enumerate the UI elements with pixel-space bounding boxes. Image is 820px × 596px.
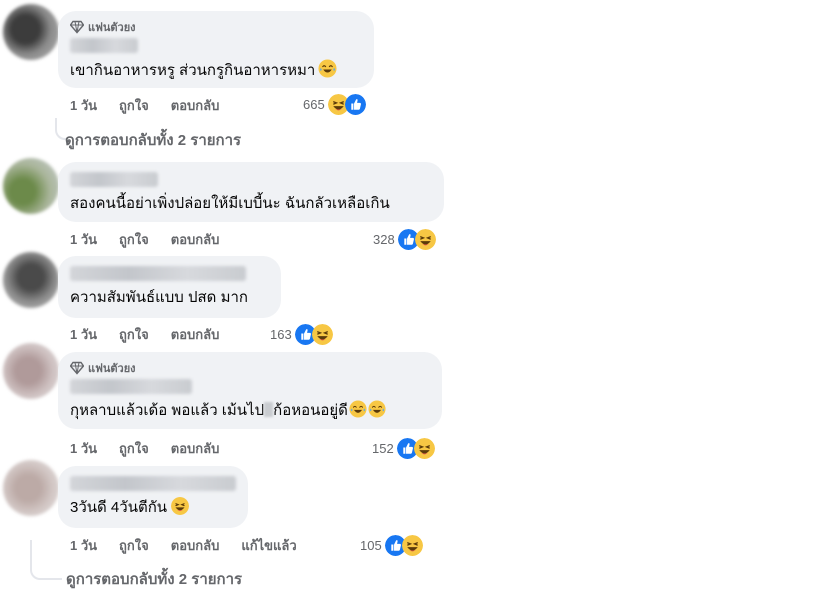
comment-bubble: แฟนตัวยง กุหลาบแล้วเด้อ พอแล้ว เม้นไป ก้อ… <box>58 352 442 429</box>
reply-button[interactable]: ตอบกลับ <box>171 324 220 345</box>
comment-actions: 1 วัน ถูกใจ ตอบกลับ <box>70 95 241 115</box>
comment-text: 3วันดี 4วันตีกัน <box>70 497 236 519</box>
top-fan-badge: แฟนตัวยง <box>70 360 430 376</box>
reaction-summary[interactable]: 665 <box>303 93 366 115</box>
reply-button[interactable]: ตอบกลับ <box>171 438 220 459</box>
author-name-redacted[interactable] <box>70 266 246 281</box>
reply-button[interactable]: ตอบกลับ <box>171 535 220 556</box>
author-name-redacted[interactable] <box>70 476 236 491</box>
comment-actions: 1 วัน ถูกใจ ตอบกลับ <box>70 229 241 249</box>
avatar[interactable] <box>3 343 59 399</box>
haha-reaction-icon <box>415 229 436 250</box>
avatar[interactable] <box>3 4 59 60</box>
comment-time[interactable]: 1 วัน <box>70 229 97 250</box>
like-button[interactable]: ถูกใจ <box>119 438 149 459</box>
avatar[interactable] <box>3 252 59 308</box>
diamond-icon <box>70 361 84 375</box>
reaction-count: 163 <box>270 326 292 342</box>
comment-time[interactable]: 1 วัน <box>70 95 97 116</box>
comment-bubble: 3วันดี 4วันตีกัน <box>58 466 248 528</box>
like-button[interactable]: ถูกใจ <box>119 95 149 116</box>
reaction-summary[interactable]: 105 <box>360 534 423 556</box>
author-name-redacted[interactable] <box>70 172 158 187</box>
edited-label[interactable]: แก้ไขแล้ว <box>241 535 296 556</box>
author-name-redacted[interactable] <box>70 38 138 53</box>
avatar[interactable] <box>3 158 59 214</box>
comment-actions: 1 วัน ถูกใจ ตอบกลับ <box>70 324 241 344</box>
like-button[interactable]: ถูกใจ <box>119 324 149 345</box>
laughing-emoji-icon <box>171 497 189 515</box>
haha-reaction-icon <box>414 438 435 459</box>
redacted-word <box>264 402 274 417</box>
view-replies-link[interactable]: ดูการตอบกลับทั้ง 2 รายการ <box>65 128 241 152</box>
reply-button[interactable]: ตอบกลับ <box>171 229 220 250</box>
top-fan-badge: แฟนตัวยง <box>70 19 362 35</box>
diamond-icon <box>70 20 84 34</box>
comment-time[interactable]: 1 วัน <box>70 324 97 345</box>
reaction-summary[interactable]: 163 <box>270 323 333 345</box>
reaction-count: 665 <box>303 96 325 112</box>
reaction-summary[interactable]: 328 <box>373 228 436 250</box>
like-reaction-icon <box>345 94 366 115</box>
comment-actions: 1 วัน ถูกใจ ตอบกลับ แก้ไขแล้ว <box>70 535 319 555</box>
haha-reaction-icon <box>402 535 423 556</box>
comment-time[interactable]: 1 วัน <box>70 535 97 556</box>
comment-text: สองคนนี้อย่าเพิ่งปล่อยให้มีเบบี้นะ ฉันกล… <box>70 195 390 212</box>
comment-text: กุหลาบแล้วเด้อ พอแล้ว เม้นไป ก้อหอนอยู่ดี <box>70 400 430 422</box>
comment-time[interactable]: 1 วัน <box>70 438 97 459</box>
comment-text: ความสัมพันธ์แบบ ปสด มาก <box>70 289 248 306</box>
reply-button[interactable]: ตอบกลับ <box>171 95 220 116</box>
haha-reaction-icon <box>312 324 333 345</box>
badge-label: แฟนตัวยง <box>88 22 136 34</box>
reaction-count: 152 <box>372 440 394 456</box>
like-button[interactable]: ถูกใจ <box>119 229 149 250</box>
laughing-emoji-icon <box>349 400 367 418</box>
reaction-summary[interactable]: 152 <box>372 437 435 459</box>
comment-bubble: ความสัมพันธ์แบบ ปสด มาก <box>58 256 281 318</box>
thread-connector <box>30 556 62 580</box>
comment-bubble: แฟนตัวยง เขากินอาหารหรู ส่วนกรูกินอาหารห… <box>58 11 374 88</box>
badge-label: แฟนตัวยง <box>88 363 136 375</box>
comment-bubble: สองคนนี้อย่าเพิ่งปล่อยให้มีเบบี้นะ ฉันกล… <box>58 162 444 222</box>
view-replies-link[interactable]: ดูการตอบกลับทั้ง 2 รายการ <box>66 567 242 591</box>
author-name-redacted[interactable] <box>70 379 192 394</box>
laughing-emoji-icon <box>318 59 337 78</box>
avatar[interactable] <box>3 460 59 516</box>
comment-actions: 1 วัน ถูกใจ ตอบกลับ <box>70 438 241 458</box>
reaction-count: 105 <box>360 537 382 553</box>
comment-text: เขากินอาหารหรู ส่วนกรูกินอาหารหมา <box>70 59 362 82</box>
like-button[interactable]: ถูกใจ <box>119 535 149 556</box>
reaction-count: 328 <box>373 231 395 247</box>
laughing-emoji-icon <box>368 400 386 418</box>
